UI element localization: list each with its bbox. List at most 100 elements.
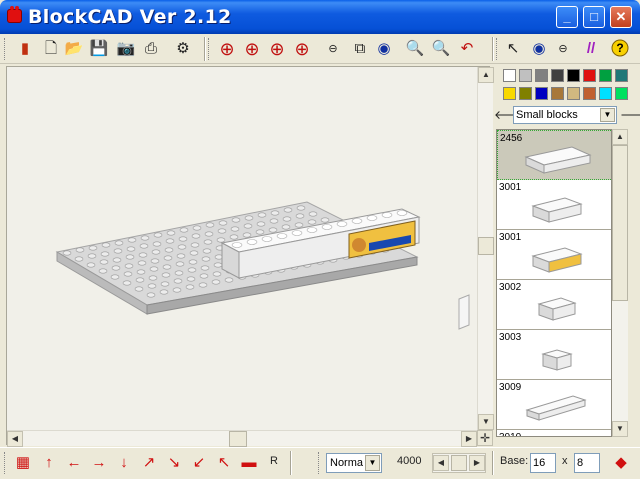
rotate-down-icon[interactable]: ⊕	[266, 38, 288, 60]
toolbar-grip[interactable]	[496, 38, 499, 60]
hide-icon[interactable]: ⊖	[552, 38, 574, 60]
color-swatch[interactable]	[567, 69, 580, 82]
red-brick-icon[interactable]: ▬	[238, 452, 260, 474]
move-down-right-arrow-icon[interactable]: ↘	[163, 452, 185, 474]
part-code: 3001	[499, 182, 522, 193]
new-file-icon[interactable]: 🗋	[40, 38, 62, 60]
zoom-out-icon[interactable]: 🔍	[430, 38, 452, 60]
toolbar-grip[interactable]	[208, 38, 211, 60]
app-brick-icon[interactable]	[7, 6, 22, 23]
color-swatch[interactable]	[503, 87, 516, 100]
help-icon[interactable]: ?	[609, 38, 631, 60]
move-up-right-arrow-icon[interactable]: ↗	[138, 452, 160, 474]
horizontal-scroll-thumb[interactable]	[229, 431, 247, 447]
chevron-down-icon[interactable]: ▼	[600, 108, 615, 122]
maximize-button[interactable]: □	[583, 6, 605, 28]
part-code: 2456	[500, 133, 523, 144]
color-swatch[interactable]	[519, 69, 532, 82]
move-up-left-arrow-icon[interactable]: ↖	[213, 452, 235, 474]
rotate-left-icon[interactable]: ⊕	[216, 38, 238, 60]
look-eye-icon[interactable]: ◉	[528, 38, 550, 60]
select-arrow-icon[interactable]: ↖	[502, 38, 524, 60]
toolbar-grip[interactable]	[4, 38, 7, 60]
scroll-down-arrow-icon[interactable]: ▼	[478, 414, 494, 430]
mode-select[interactable]: Norma ▼	[326, 453, 382, 473]
scroll-up-arrow-icon[interactable]: ▲	[478, 67, 494, 83]
rotate-up-icon[interactable]: ⊕	[241, 38, 263, 60]
color-swatch[interactable]	[519, 87, 532, 100]
model-viewport[interactable]: ▲ ▼ ◀ ▶ ✛	[6, 66, 494, 447]
list-item[interactable]: 3001	[497, 180, 611, 230]
parts-scroll-thumb[interactable]	[612, 145, 628, 301]
open-folder-icon[interactable]: 📂	[63, 38, 85, 60]
scroll-left-arrow-icon[interactable]: ◀	[7, 431, 23, 447]
previous-category-arrow-icon[interactable]: 🡐	[494, 104, 526, 124]
list-item[interactable]: 3010	[497, 430, 611, 436]
color-swatch[interactable]	[535, 87, 548, 100]
close-button[interactable]: ✕	[610, 6, 632, 28]
undo-view-icon[interactable]: ↶	[456, 38, 478, 60]
minimize-button[interactable]: _	[556, 6, 578, 28]
parts-list-scrollbar[interactable]: ▲ ▼	[612, 129, 628, 437]
zoom-in-icon[interactable]: 🔍	[404, 38, 426, 60]
base-width-input[interactable]: 16	[530, 453, 556, 473]
print-icon[interactable]: ⎙	[140, 38, 162, 60]
rotate-label[interactable]: R	[270, 455, 278, 467]
move-down-left-arrow-icon[interactable]: ↙	[188, 452, 210, 474]
list-item[interactable]: 2456	[497, 130, 611, 180]
parts-list: 2456 3001 3001 3002 3003 3009	[496, 129, 612, 437]
color-swatch[interactable]	[551, 87, 564, 100]
view-eye-icon[interactable]: ◉	[373, 38, 395, 60]
color-swatch[interactable]	[503, 69, 516, 82]
base-depth-input[interactable]: 8	[574, 453, 600, 473]
toolbar-grip[interactable]	[318, 452, 321, 474]
rainbow-colors-icon[interactable]: //	[580, 38, 602, 60]
color-swatch[interactable]	[599, 69, 612, 82]
scroll-right-arrow-icon[interactable]: ▶	[469, 455, 485, 471]
viewport-horizontal-scrollbar[interactable]: ◀ ▶	[7, 430, 477, 447]
scroll-corner-move-icon[interactable]: ✛	[477, 430, 493, 446]
color-swatch[interactable]	[615, 87, 628, 100]
brick-3001-image	[531, 197, 583, 223]
view-3d-icon[interactable]: ⧉	[349, 38, 371, 60]
color-swatch[interactable]	[551, 69, 564, 82]
scroll-up-arrow-icon[interactable]: ▲	[612, 129, 628, 145]
gear-icon[interactable]: ⚙	[172, 38, 194, 60]
move-left-arrow-icon[interactable]: ←	[63, 452, 85, 474]
list-item[interactable]: 3009	[497, 380, 611, 430]
parts-category-value: Small blocks	[516, 109, 578, 121]
move-up-arrow-icon[interactable]: ↑	[38, 452, 60, 474]
camera-icon[interactable]: 📷	[115, 38, 137, 60]
scroll-right-arrow-icon[interactable]: ▶	[461, 431, 477, 447]
parts-category-dropdown[interactable]: Small blocks ▼	[513, 106, 617, 124]
color-swatch[interactable]	[583, 69, 596, 82]
baseplate-icon[interactable]: ◆	[610, 452, 632, 474]
scroll-down-arrow-icon[interactable]: ▼	[612, 421, 628, 437]
toolbar-grip[interactable]	[4, 452, 7, 474]
grid-icon[interactable]: ▦	[12, 452, 34, 474]
color-swatch[interactable]	[535, 69, 548, 82]
move-down-arrow-icon[interactable]: ↓	[113, 452, 135, 474]
rotate-right-icon[interactable]: ⊕	[291, 38, 313, 60]
save-disk-icon[interactable]: 💾	[88, 38, 110, 60]
value-scroll-thumb[interactable]	[451, 455, 467, 471]
move-right-arrow-icon[interactable]: →	[88, 452, 110, 474]
window-title: BlockCAD Ver 2.12	[28, 6, 232, 28]
vertical-scroll-thumb[interactable]	[478, 237, 494, 255]
color-swatch[interactable]	[615, 69, 628, 82]
new-model-icon[interactable]: ▮	[14, 38, 36, 60]
scroll-left-arrow-icon[interactable]: ◀	[433, 455, 449, 471]
toolbar-separator	[290, 451, 292, 475]
viewport-vertical-scrollbar[interactable]: ▲ ▼	[477, 67, 494, 430]
list-item[interactable]: 3002	[497, 280, 611, 330]
list-item[interactable]: 3003	[497, 330, 611, 380]
list-item[interactable]: 3001	[497, 230, 611, 280]
chevron-down-icon[interactable]: ▼	[365, 455, 380, 471]
lego-baseplate-model	[55, 201, 470, 330]
color-swatch[interactable]	[567, 87, 580, 100]
next-category-arrow-icon[interactable]: 🡒	[620, 104, 640, 124]
color-swatch[interactable]	[583, 87, 596, 100]
color-swatch[interactable]	[599, 87, 612, 100]
value-spin-scrollbar[interactable]: ◀ ▶	[432, 453, 486, 473]
center-view-icon[interactable]: ⊖	[322, 38, 344, 60]
